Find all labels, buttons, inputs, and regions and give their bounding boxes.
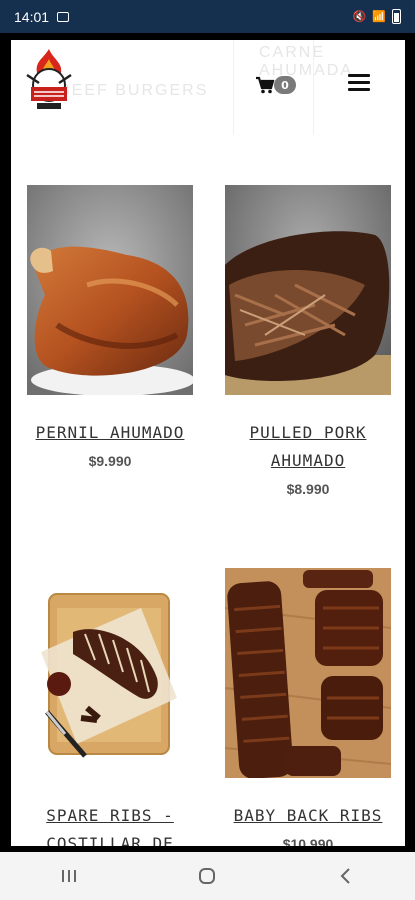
product-name[interactable]: BABY BACK RIBS: [225, 802, 391, 830]
brand-logo[interactable]: [23, 45, 75, 113]
product-name[interactable]: SPARE RIBS - COSTILLAR DE: [27, 802, 193, 846]
mute-icon: 🔇: [352, 10, 367, 23]
back-icon[interactable]: [326, 861, 366, 891]
web-page: BEEF BURGERS CARNE AHUMADA 0 PERNIL AHUM…: [11, 40, 405, 846]
status-icons: 🔇 📶: [353, 9, 401, 24]
product-card[interactable]: PULLED PORK AHUMADO $8.990: [225, 185, 391, 497]
cart-count-badge: 0: [274, 76, 296, 94]
android-nav-bar: [0, 852, 415, 900]
product-price: $8.990: [286, 481, 330, 497]
product-price: $10.990: [282, 836, 334, 846]
battery-icon: [392, 9, 401, 24]
status-bar: 14:01 🔇 📶: [0, 0, 415, 33]
divider: [233, 40, 234, 135]
shopping-cart-icon: [256, 76, 275, 94]
product-name[interactable]: PERNIL AHUMADO: [27, 419, 193, 447]
product-image[interactable]: [225, 185, 391, 395]
divider: [313, 40, 314, 135]
cart-button[interactable]: 0: [255, 73, 301, 97]
product-image[interactable]: [27, 568, 193, 778]
gallery-notification-icon: [57, 11, 70, 22]
product-card[interactable]: BABY BACK RIBS $10.990: [225, 568, 391, 846]
home-icon[interactable]: [187, 861, 227, 891]
product-name[interactable]: PULLED PORK AHUMADO: [225, 419, 391, 475]
site-header: BEEF BURGERS CARNE AHUMADA 0: [11, 40, 405, 135]
product-image[interactable]: [27, 185, 193, 395]
wifi-icon: 📶: [372, 10, 386, 23]
product-card[interactable]: PERNIL AHUMADO $9.990: [27, 185, 193, 469]
ghost-nav-text: BEEF BURGERS: [59, 82, 209, 99]
hamburger-menu-icon[interactable]: [348, 74, 370, 94]
product-price: $9.990: [88, 453, 132, 469]
status-time: 14:01: [14, 8, 50, 25]
recent-apps-icon[interactable]: [49, 861, 89, 891]
product-card[interactable]: SPARE RIBS - COSTILLAR DE: [27, 568, 193, 846]
product-image[interactable]: [225, 568, 391, 778]
